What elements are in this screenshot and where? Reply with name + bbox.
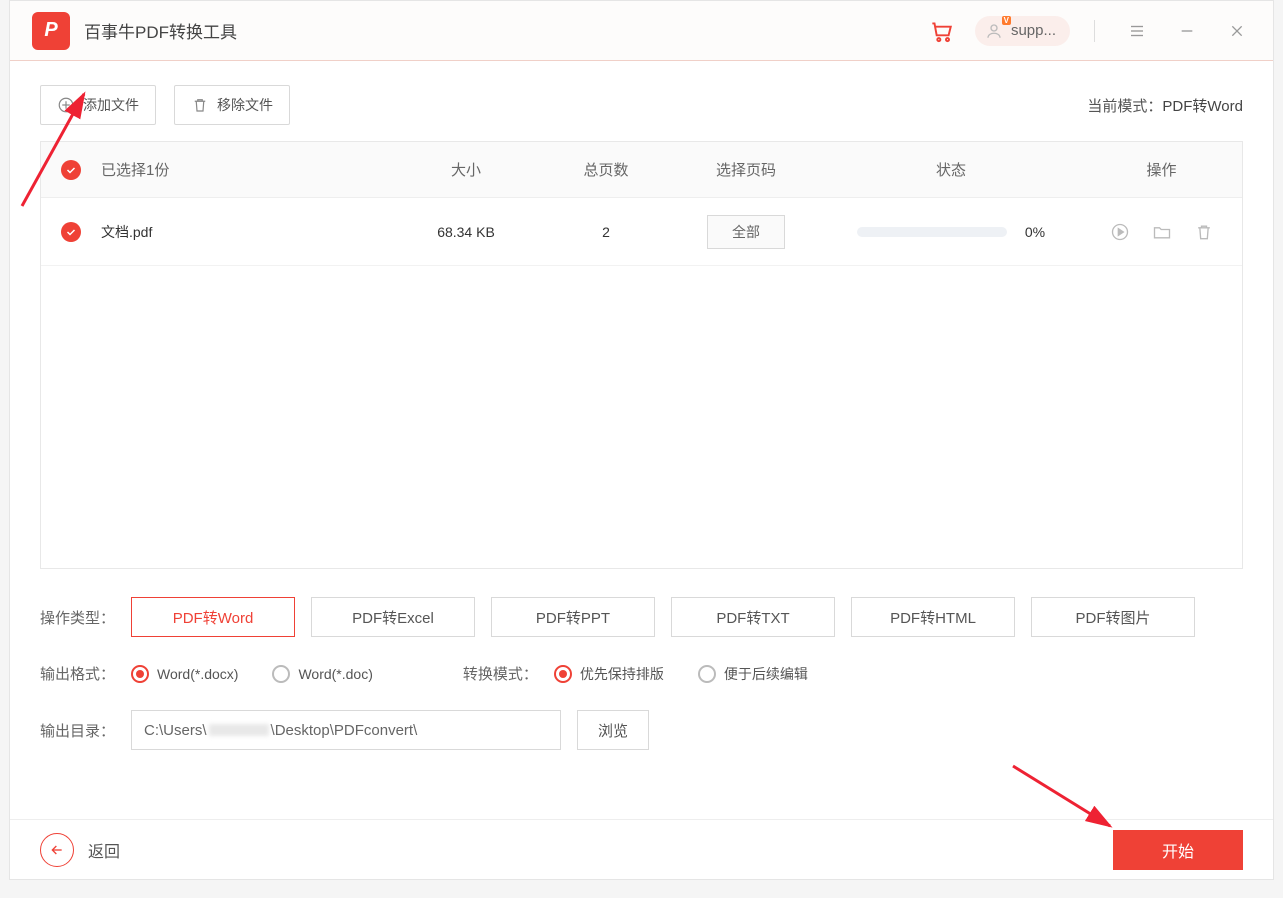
add-file-button[interactable]: 添加文件 <box>40 85 156 125</box>
output-path-input[interactable]: C:\Users\\Desktop\PDFconvert\ <box>131 710 561 750</box>
type-pdf-txt[interactable]: PDF转TXT <box>671 597 835 637</box>
start-button[interactable]: 开始 <box>1113 830 1243 870</box>
current-mode: 当前模式：PDF转Word <box>1087 95 1243 116</box>
delete-icon[interactable] <box>1193 221 1215 243</box>
header-size: 大小 <box>391 159 541 180</box>
output-format-label: 输出格式： <box>40 663 115 684</box>
back-label: 返回 <box>88 838 120 862</box>
back-arrow-icon <box>40 833 74 867</box>
file-table: 已选择1份 大小 总页数 选择页码 状态 操作 文档.pdf 68.34 KB … <box>40 141 1243 569</box>
table-header: 已选择1份 大小 总页数 选择页码 状态 操作 <box>41 142 1242 198</box>
remove-file-label: 移除文件 <box>217 95 273 115</box>
titlebar: P 百事牛PDF转换工具 V supp... <box>10 1 1273 61</box>
vip-badge: V <box>1002 16 1011 25</box>
row-checkbox[interactable] <box>61 222 81 242</box>
progress-text: 0% <box>1025 224 1045 240</box>
header-status: 状态 <box>821 159 1081 180</box>
operation-type-label: 操作类型： <box>40 607 115 628</box>
masked-username <box>209 724 269 736</box>
app-logo: P <box>32 12 70 50</box>
table-row: 文档.pdf 68.34 KB 2 全部 0% <box>41 198 1242 266</box>
browse-button[interactable]: 浏览 <box>577 710 649 750</box>
app-title: 百事牛PDF转换工具 <box>84 18 237 43</box>
menu-icon[interactable] <box>1121 15 1153 47</box>
add-file-label: 添加文件 <box>83 95 139 115</box>
radio-docx[interactable]: Word(*.docx) <box>131 665 238 683</box>
type-pdf-excel[interactable]: PDF转Excel <box>311 597 475 637</box>
type-pdf-ppt[interactable]: PDF转PPT <box>491 597 655 637</box>
close-icon[interactable] <box>1221 15 1253 47</box>
type-pdf-word[interactable]: PDF转Word <box>131 597 295 637</box>
file-name: 文档.pdf <box>101 222 391 242</box>
back-button[interactable]: 返回 <box>40 833 120 867</box>
user-menu[interactable]: V supp... <box>975 16 1070 46</box>
cart-icon[interactable] <box>925 15 957 47</box>
radio-keep-layout[interactable]: 优先保持排版 <box>554 664 664 684</box>
progress-bar <box>857 227 1007 237</box>
header-pages: 总页数 <box>541 159 671 180</box>
type-pdf-html[interactable]: PDF转HTML <box>851 597 1015 637</box>
select-all-checkbox[interactable] <box>61 160 81 180</box>
file-size: 68.34 KB <box>391 224 541 240</box>
user-avatar-icon: V <box>983 20 1005 42</box>
minimize-icon[interactable] <box>1171 15 1203 47</box>
user-name: supp... <box>1011 22 1056 39</box>
separator <box>1094 20 1095 42</box>
play-icon[interactable] <box>1109 221 1131 243</box>
page-range-button[interactable]: 全部 <box>707 215 785 249</box>
header-range: 选择页码 <box>671 159 821 180</box>
radio-doc[interactable]: Word(*.doc) <box>272 665 372 683</box>
radio-editable[interactable]: 便于后续编辑 <box>698 664 808 684</box>
header-selected: 已选择1份 <box>101 159 391 180</box>
remove-file-button[interactable]: 移除文件 <box>174 85 290 125</box>
type-pdf-image[interactable]: PDF转图片 <box>1031 597 1195 637</box>
header-actions: 操作 <box>1081 159 1242 180</box>
output-dir-label: 输出目录： <box>40 720 115 741</box>
convert-mode-label: 转换模式： <box>463 663 538 684</box>
file-pages: 2 <box>541 224 671 240</box>
folder-icon[interactable] <box>1151 221 1173 243</box>
